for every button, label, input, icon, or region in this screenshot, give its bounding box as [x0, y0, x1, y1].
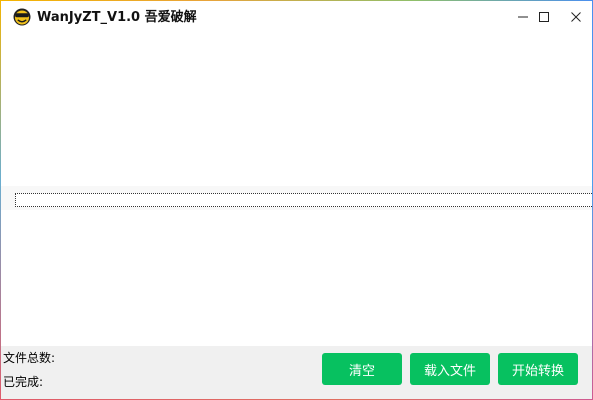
window-title: WanJyZT_V1.0 吾爱破解	[37, 10, 197, 25]
app-window: WanJyZT_V1.0 吾爱破解 文件总数: 已完成: 清空 载入文件 开始转…	[0, 0, 593, 400]
bottom-panel: 文件总数: 已完成: 清空 载入文件 开始转换	[1, 346, 592, 399]
file-list-focused-row[interactable]	[15, 193, 592, 207]
clear-button[interactable]: 清空	[322, 353, 402, 385]
window-border-top	[0, 0, 593, 1]
maximize-icon	[539, 11, 549, 22]
title-bar[interactable]: WanJyZT_V1.0 吾爱破解	[1, 1, 592, 33]
close-button[interactable]	[553, 2, 593, 31]
close-icon	[571, 11, 581, 22]
file-list-area[interactable]	[1, 33, 592, 346]
window-border-left	[0, 0, 1, 400]
load-files-button[interactable]: 载入文件	[410, 353, 490, 385]
start-convert-button[interactable]: 开始转换	[498, 353, 578, 385]
total-files-label: 文件总数:	[3, 351, 56, 365]
smiley-sunglasses-icon	[13, 8, 31, 26]
completed-label: 已完成:	[3, 375, 44, 389]
